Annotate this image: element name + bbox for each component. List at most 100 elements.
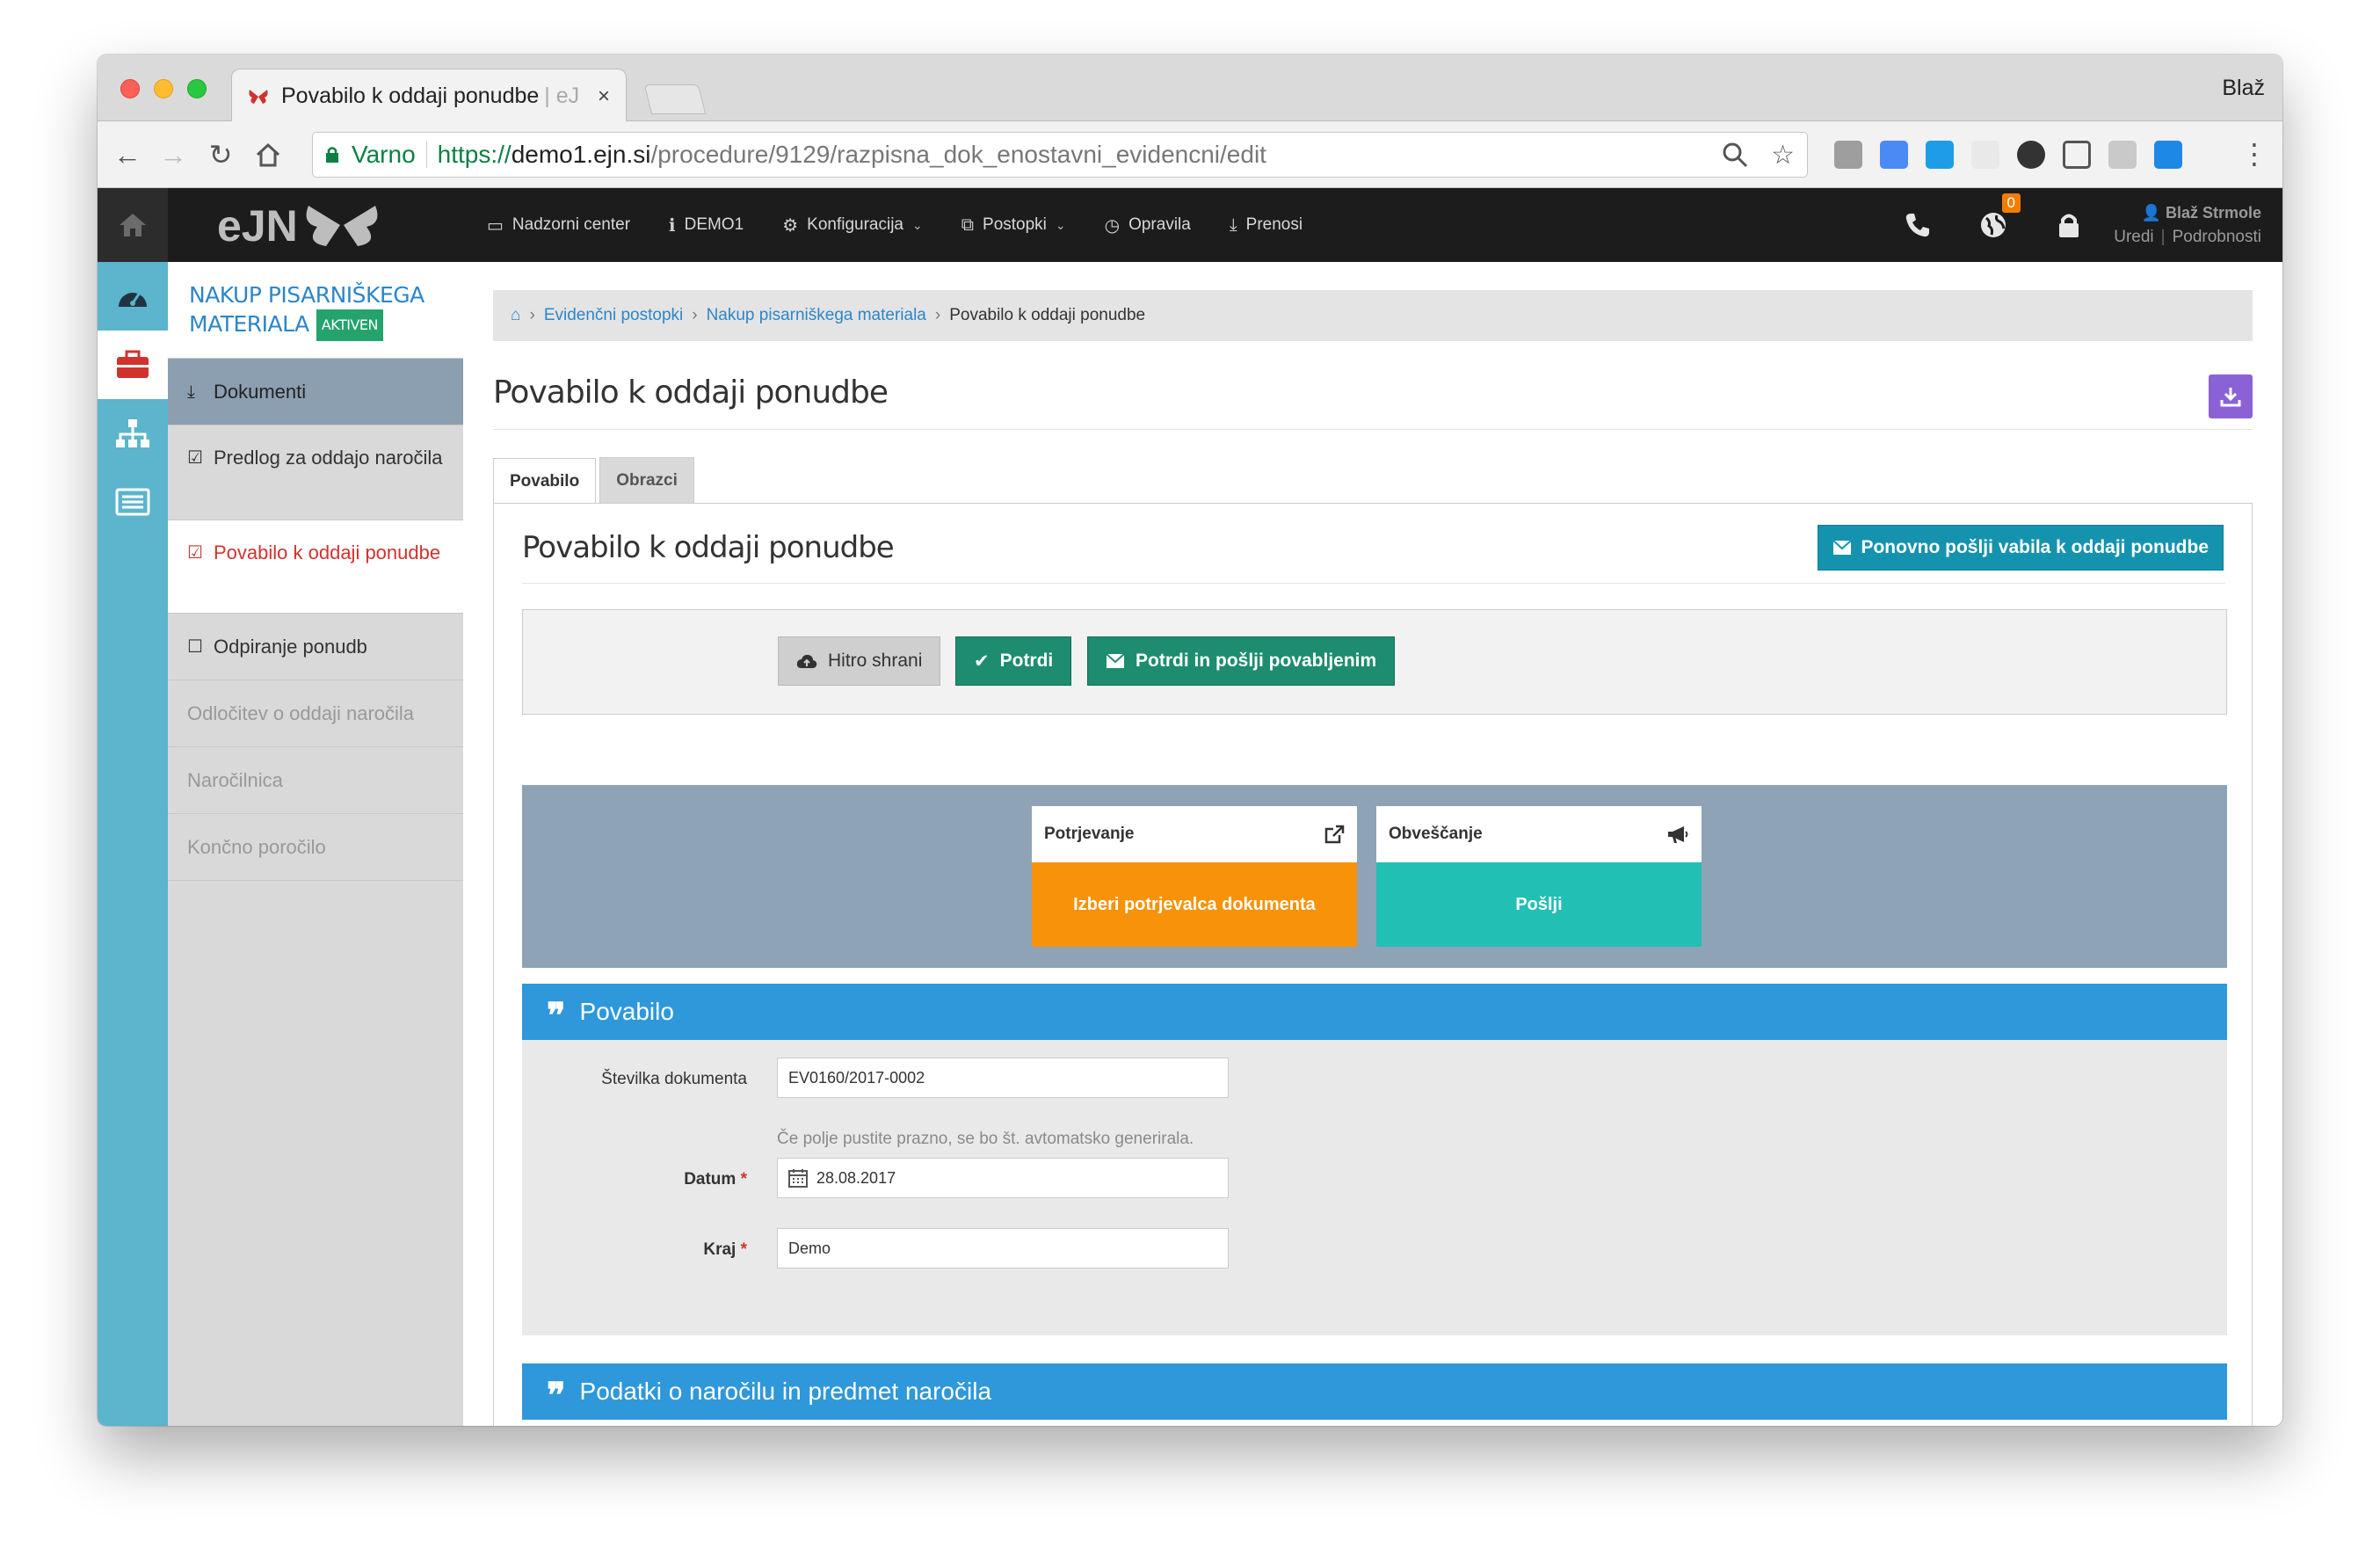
povabilo-section-title: Povabilo — [579, 998, 674, 1025]
notify-card-title: Obveščanje — [1389, 825, 1483, 843]
sidebar-item-label: Odločitev o oddaji naročila — [187, 702, 415, 724]
user-name-text: Blaž Strmole — [2165, 203, 2261, 222]
dashboard-icon — [119, 292, 147, 307]
briefcase-icon — [117, 350, 149, 378]
nav-nadzorni-center[interactable]: ▭ Nadzorni center — [487, 214, 630, 236]
breadcrumb-link[interactable]: Evidenčni postopki — [544, 306, 683, 325]
notifications-button[interactable]: 0 — [1956, 188, 2031, 262]
sidebar-item-label: Predlog za oddajo naročila — [214, 447, 443, 469]
extension-icons — [1834, 141, 2182, 169]
doc-number-value: EV0160/2017-0002 — [788, 1068, 925, 1087]
browser-profile-name[interactable]: Blaž — [2222, 76, 2265, 101]
quote-icon: ❞ — [547, 995, 566, 1036]
sidebar-item-dokumenti[interactable]: ⤓ Dokumenti — [168, 359, 463, 425]
breadcrumb-link[interactable]: Nakup pisarniškega materiala — [707, 306, 926, 325]
phone-button[interactable] — [1880, 188, 1956, 262]
browser-home-icon[interactable] — [250, 137, 286, 172]
confirm-send-label: Potrdi in pošlji povabljenim — [1136, 651, 1377, 671]
doc-number-input[interactable]: EV0160/2017-0002 — [777, 1058, 1229, 1098]
tab-povabilo[interactable]: Povabilo — [493, 458, 597, 504]
chevron-down-icon: ⌄ — [912, 217, 923, 232]
required-mark: * — [740, 1240, 747, 1259]
lock-button[interactable] — [2031, 188, 2107, 262]
rail-dashboard[interactable] — [98, 262, 168, 331]
checkbox-checked-icon: ☑ — [187, 543, 203, 563]
browser-tab-active[interactable]: Povabilo k oddaji ponudbe | eJ × — [231, 69, 627, 123]
browser-menu-icon[interactable]: ⋮ — [2240, 137, 2268, 171]
approval-card-header: Potrjevanje — [1032, 806, 1357, 862]
approval-card-title: Potrjevanje — [1044, 825, 1135, 843]
url-path: /procedure/9129/razpisna_dok_enostavni_e… — [650, 141, 1266, 168]
star-bookmark-icon[interactable]: ☆ — [1771, 140, 1795, 171]
megaphone-icon[interactable] — [1666, 825, 1689, 844]
place-input[interactable]: Demo — [777, 1228, 1229, 1269]
quick-save-label: Hitro shrani — [828, 651, 923, 671]
extension-check-icon[interactable] — [1926, 141, 1954, 169]
back-arrow-icon[interactable]: ← — [110, 137, 145, 172]
zoom-icon[interactable] — [1722, 142, 1748, 168]
procedure-title[interactable]: NAKUP PISARNIŠKEGA MATERIALA AKTIVEN — [189, 281, 463, 341]
checkbox-checked-icon: ☑ — [187, 448, 203, 468]
nav-opravila[interactable]: ◷ Opravila — [1105, 214, 1191, 236]
povabilo-form: Številka dokumenta EV0160/2017-0002 Če p… — [522, 1040, 2227, 1335]
nav-konfiguracija[interactable]: ⚙ Konfiguracija ⌄ — [782, 214, 923, 236]
download-icon: ⤓ — [187, 382, 195, 402]
translate-icon[interactable] — [1880, 141, 1908, 169]
user-edit-link[interactable]: Uredi — [2114, 228, 2153, 247]
resend-invitations-button[interactable]: Ponovno pošlji vabila k oddaji ponudbe — [1818, 525, 2224, 571]
send-notification-button[interactable]: Pošlji — [1376, 862, 1702, 947]
sidebar-item-povabilo[interactable]: ☑ Povabilo k oddaji ponudbe — [168, 520, 463, 614]
extension-h-icon[interactable] — [1834, 141, 1862, 169]
doc-number-label: Številka dokumenta — [601, 1070, 747, 1088]
address-separator — [425, 142, 427, 168]
globe-icon — [1981, 213, 2006, 237]
window-maximize-button[interactable] — [187, 79, 207, 98]
app-home-icon[interactable] — [98, 188, 168, 262]
breadcrumb-home-icon[interactable]: ⌂ — [511, 306, 520, 325]
povabilo-section-header[interactable]: ❞ Povabilo — [522, 984, 2227, 1040]
drive-icon[interactable] — [2108, 141, 2137, 169]
order-data-section-header[interactable]: ❞ Podatki o naročilu in predmet naročila — [522, 1363, 2227, 1420]
url-scheme: https:// — [437, 141, 512, 168]
extension-camera-icon[interactable] — [2017, 141, 2045, 169]
rail-structure[interactable] — [98, 399, 168, 468]
rail-list[interactable] — [98, 468, 168, 536]
rail-procedures[interactable] — [98, 331, 168, 399]
butterfly-favicon-icon — [249, 89, 268, 104]
user-details-link[interactable]: Podrobnosti — [2173, 228, 2261, 247]
top-navigation: ▭ Nadzorni center ℹ DEMO1 ⚙ Konfiguracij… — [487, 188, 1302, 262]
tab-obrazci[interactable]: Obrazci — [599, 457, 694, 503]
nav-demo1[interactable]: ℹ DEMO1 — [669, 214, 744, 236]
external-link-icon[interactable] — [1324, 825, 1345, 844]
new-tab-button[interactable] — [643, 84, 707, 114]
sidebar-item-koncno-porocilo: Končno poročilo — [168, 814, 463, 881]
confirm-label: Potrdi — [999, 651, 1054, 671]
user-name[interactable]: 👤 Blaž Strmole — [2126, 204, 2282, 222]
select-approver-button[interactable]: Izberi potrjevalca dokumenta — [1032, 862, 1357, 947]
address-bar[interactable]: Varno https://demo1.ejn.si/procedure/912… — [312, 132, 1808, 178]
sidebar-item-label: Končno poročilo — [187, 835, 326, 858]
reload-icon[interactable]: ↻ — [203, 137, 238, 172]
quick-save-button[interactable]: Hitro shrani — [778, 636, 941, 686]
ejn-logo-icon[interactable]: eJN — [217, 200, 393, 250]
window-minimize-button[interactable] — [154, 79, 173, 98]
cast-icon[interactable] — [2063, 141, 2091, 169]
tab-close-icon[interactable]: × — [598, 84, 610, 109]
list-icon — [115, 488, 150, 516]
status-badge: AKTIVEN — [316, 309, 383, 341]
nav-prenosi[interactable]: ⤓ Prenosi — [1230, 215, 1302, 236]
confirm-and-send-button[interactable]: Potrdi in pošlji povabljenim — [1087, 636, 1396, 686]
window-close-button[interactable] — [120, 79, 140, 98]
nav-postopki[interactable]: ⧉ Postopki ⌄ — [961, 215, 1066, 236]
sidebar-item-narocilnica: Naročilnica — [168, 747, 463, 814]
sidebar-item-odpiranje[interactable]: ☐ Odpiranje ponudb — [168, 614, 463, 680]
sidebar-item-predlog[interactable]: ☑ Predlog za oddajo naročila — [168, 425, 463, 520]
download-button[interactable] — [2209, 374, 2253, 418]
tab-strip: Povabilo k oddaji ponudbe | eJ × Blaž — [98, 55, 2282, 123]
forward-arrow-icon[interactable]: → — [156, 137, 191, 172]
title-divider — [493, 429, 2253, 430]
date-input[interactable]: 28.08.2017 — [777, 1158, 1229, 1198]
extension-arrow-icon[interactable] — [2154, 141, 2182, 169]
confirm-button[interactable]: ✔ Potrdi — [955, 636, 1072, 686]
extension-hand-icon[interactable] — [1971, 141, 1999, 169]
